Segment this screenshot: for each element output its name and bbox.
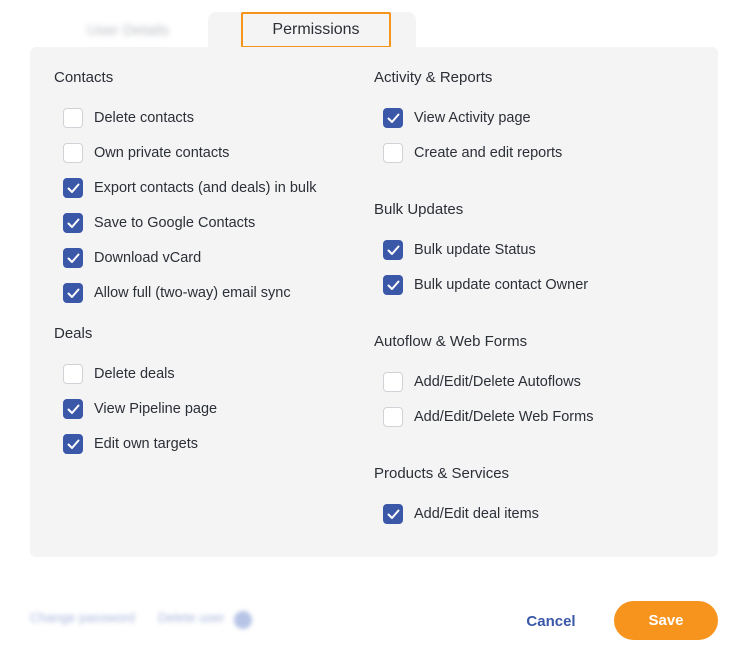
permission-label: Bulk update Status [414, 242, 536, 258]
permission-deal-items[interactable]: Add/Edit deal items [383, 503, 539, 525]
checkbox-unchecked[interactable] [63, 108, 83, 128]
permission-edit-own-targets[interactable]: Edit own targets [63, 433, 198, 455]
checkbox-checked[interactable] [383, 275, 403, 295]
checkbox-checked[interactable] [63, 213, 83, 233]
cancel-button[interactable]: Cancel [520, 605, 582, 637]
permission-label: Download vCard [94, 250, 202, 266]
tab-permissions[interactable]: Permissions [241, 12, 391, 48]
checkbox-checked[interactable] [63, 283, 83, 303]
check-icon [67, 404, 79, 414]
change-password-link[interactable]: Change password [30, 610, 135, 625]
tab-user-details[interactable]: User Details [58, 12, 198, 48]
permission-autoflows[interactable]: Add/Edit/Delete Autoflows [383, 371, 581, 393]
checkbox-checked[interactable] [63, 434, 83, 454]
checkbox-unchecked[interactable] [383, 407, 403, 427]
permission-delete-deals[interactable]: Delete deals [63, 363, 175, 385]
section-title-contacts: Contacts [54, 69, 114, 86]
permission-view-activity[interactable]: View Activity page [383, 107, 531, 129]
check-icon [67, 218, 79, 228]
section-title-autoflow-web-forms: Autoflow & Web Forms [374, 333, 528, 350]
permission-label: Own private contacts [94, 145, 230, 161]
permission-export-contacts-bulk[interactable]: Export contacts (and deals) in bulk [63, 177, 316, 199]
check-icon [67, 439, 79, 449]
checkbox-checked[interactable] [63, 248, 83, 268]
permission-web-forms[interactable]: Add/Edit/Delete Web Forms [383, 406, 593, 428]
permission-download-vcard[interactable]: Download vCard [63, 247, 201, 269]
checkbox-unchecked[interactable] [383, 143, 403, 163]
section-title-activity-reports: Activity & Reports [374, 69, 493, 86]
checkbox-checked[interactable] [63, 178, 83, 198]
permission-view-pipeline[interactable]: View Pipeline page [63, 398, 217, 420]
permission-label: Export contacts (and deals) in bulk [94, 180, 317, 196]
checkbox-unchecked[interactable] [63, 143, 83, 163]
checkbox-checked[interactable] [63, 399, 83, 419]
permission-save-google-contacts[interactable]: Save to Google Contacts [63, 212, 255, 234]
checkbox-unchecked[interactable] [383, 372, 403, 392]
permission-bulk-update-status[interactable]: Bulk update Status [383, 239, 536, 261]
check-icon [67, 253, 79, 263]
section-title-bulk-updates: Bulk Updates [374, 201, 464, 218]
check-icon [387, 113, 399, 123]
permission-label: Save to Google Contacts [94, 215, 256, 231]
permission-label: Edit own targets [94, 436, 198, 452]
save-button[interactable]: Save [614, 601, 718, 640]
permission-label: View Pipeline page [94, 401, 218, 417]
permission-email-sync[interactable]: Allow full (two-way) email sync [63, 282, 291, 304]
checkbox-checked[interactable] [383, 240, 403, 260]
permission-label: Delete contacts [94, 110, 194, 126]
permission-label: Add/Edit/Delete Web Forms [414, 409, 594, 425]
permission-delete-contacts[interactable]: Delete contacts [63, 107, 194, 129]
permissions-panel: Contacts Delete contacts Own private con… [30, 47, 718, 557]
delete-user-link[interactable]: Delete user [158, 610, 224, 625]
permission-label: Add/Edit/Delete Autoflows [414, 374, 581, 390]
permission-label: Add/Edit deal items [414, 506, 539, 522]
info-icon[interactable] [234, 611, 252, 629]
permission-label: Bulk update contact Owner [414, 277, 589, 293]
check-icon [67, 288, 79, 298]
check-icon [387, 509, 399, 519]
checkbox-checked[interactable] [383, 504, 403, 524]
permission-own-private-contacts[interactable]: Own private contacts [63, 142, 229, 164]
permission-label: Delete deals [94, 366, 175, 382]
permission-create-edit-reports[interactable]: Create and edit reports [383, 142, 562, 164]
permission-label: Allow full (two-way) email sync [94, 285, 291, 301]
checkbox-unchecked[interactable] [63, 364, 83, 384]
permission-label: Create and edit reports [414, 145, 563, 161]
section-title-deals: Deals [54, 325, 93, 342]
checkbox-checked[interactable] [383, 108, 403, 128]
check-icon [67, 183, 79, 193]
permission-label: View Activity page [414, 110, 531, 126]
permission-bulk-update-owner[interactable]: Bulk update contact Owner [383, 274, 588, 296]
section-title-products-services: Products & Services [374, 465, 510, 482]
check-icon [387, 280, 399, 290]
check-icon [387, 245, 399, 255]
